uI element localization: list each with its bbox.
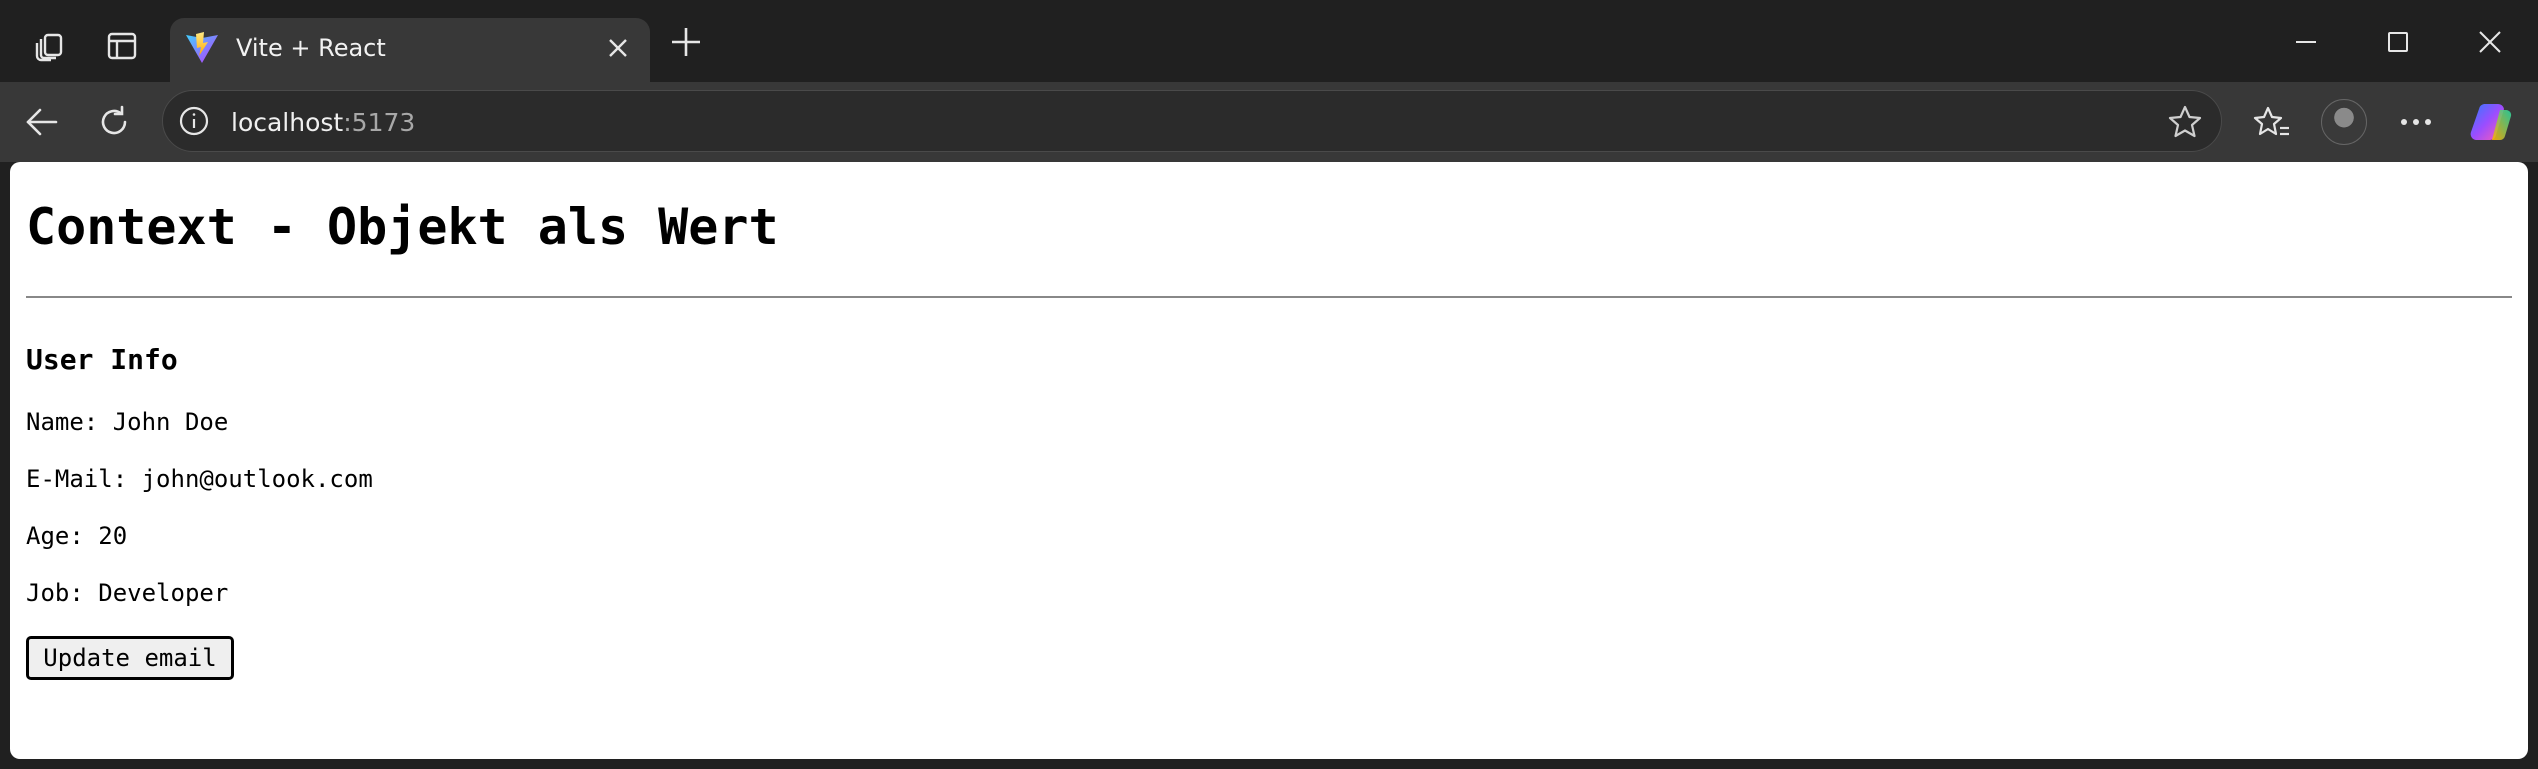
- tab-close-icon[interactable]: [602, 32, 634, 64]
- star-icon[interactable]: [2167, 104, 2203, 140]
- divider: [26, 296, 2512, 298]
- tab-title: Vite + React: [236, 34, 386, 62]
- vite-logo-icon: [184, 30, 220, 66]
- browser-titlebar: Vite + React: [0, 0, 2538, 82]
- section-title: User Info: [26, 343, 178, 376]
- refresh-icon[interactable]: [88, 96, 140, 148]
- maximize-icon[interactable]: [2368, 16, 2428, 68]
- more-icon[interactable]: [2390, 96, 2442, 148]
- workspaces-icon[interactable]: [24, 20, 76, 72]
- tab-actions-icon[interactable]: [96, 20, 148, 72]
- back-arrow-icon[interactable]: [16, 96, 68, 148]
- page-viewport: Context - Objekt als Wert User Info Name…: [10, 162, 2528, 759]
- profile-button[interactable]: [2318, 96, 2370, 148]
- browser-toolbar: localhost:5173: [0, 82, 2538, 162]
- new-tab-button[interactable]: [664, 20, 708, 64]
- user-email: E-Mail: john@outlook.com: [26, 465, 373, 493]
- user-age: Age: 20: [26, 522, 128, 550]
- avatar: [2321, 99, 2367, 145]
- plus-icon: [672, 28, 700, 56]
- user-job: Job: Developer: [26, 579, 229, 607]
- address-bar[interactable]: localhost:5173: [162, 90, 2222, 152]
- update-email-button[interactable]: Update email: [26, 636, 234, 680]
- address-url: localhost:5173: [231, 108, 415, 137]
- tab-vite-react[interactable]: Vite + React: [170, 18, 650, 82]
- page-title: Context - Objekt als Wert: [26, 198, 779, 256]
- copilot-icon[interactable]: [2466, 96, 2518, 148]
- url-port: :5173: [343, 108, 416, 137]
- close-icon[interactable]: [2460, 16, 2520, 68]
- user-name: Name: John Doe: [26, 408, 229, 436]
- url-host: localhost: [231, 108, 344, 137]
- minimize-icon[interactable]: [2276, 16, 2336, 68]
- info-icon[interactable]: [177, 104, 211, 138]
- favorites-icon[interactable]: [2246, 96, 2298, 148]
